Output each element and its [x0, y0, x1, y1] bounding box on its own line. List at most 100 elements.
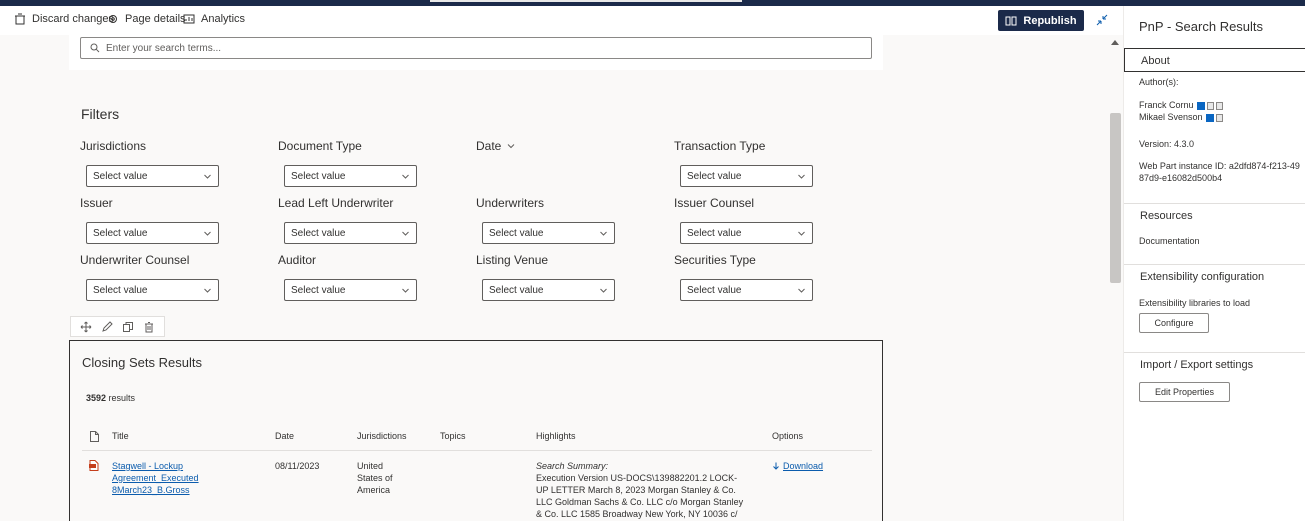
section-resources[interactable]: Resources	[1124, 203, 1305, 227]
pdf-icon	[89, 460, 99, 474]
column-header-options[interactable]: Options	[772, 431, 803, 441]
select-value: Select value	[687, 170, 742, 182]
filter-select-issuer[interactable]: Select value	[86, 222, 219, 244]
collapse-pane-button[interactable]	[1092, 10, 1112, 30]
author-row-2: Mikael Svenson	[1139, 111, 1223, 123]
version-text: Version: 4.3.0	[1139, 139, 1195, 149]
chevron-down-icon	[600, 288, 607, 293]
filters-title: Filters	[81, 106, 120, 122]
page-details-button[interactable]: Page details	[107, 13, 186, 25]
extensibility-libraries-label: Extensibility libraries to load	[1139, 298, 1251, 308]
analytics-button[interactable]: Analytics	[183, 13, 245, 25]
download-icon	[773, 462, 779, 470]
result-highlights: Search Summary: Execution Version US-DOC…	[536, 460, 746, 520]
filter-label-issuer-counsel: Issuer Counsel	[674, 196, 755, 210]
column-header-topics[interactable]: Topics	[440, 431, 466, 441]
analytics-label: Analytics	[201, 13, 246, 25]
results-title: Closing Sets Results	[82, 355, 202, 370]
chevron-down-icon	[204, 174, 211, 179]
column-header-title[interactable]: Title	[112, 431, 129, 441]
page-canvas: Enter your search terms... Filters Juris…	[0, 35, 1108, 521]
filter-label-jurisdictions: Jurisdictions	[80, 139, 147, 153]
image-icon	[1215, 101, 1223, 110]
result-date: 08/11/2023	[275, 461, 320, 471]
chevron-down-icon	[600, 231, 607, 236]
select-value: Select value	[93, 227, 148, 239]
discard-label: Discard changes	[32, 13, 114, 25]
filter-label-lead-left-underwriter: Lead Left Underwriter	[278, 196, 394, 210]
download-label: Download	[783, 461, 824, 471]
select-value: Select value	[489, 227, 544, 239]
chevron-down-icon	[798, 174, 805, 179]
top-strip-highlight	[430, 0, 742, 2]
section-about[interactable]: About	[1124, 48, 1305, 72]
image-icon	[1206, 101, 1214, 110]
collapse-icon	[1096, 14, 1108, 26]
results-count-number: 3592	[86, 393, 107, 403]
pane-title: PnP - Search Results	[1139, 19, 1264, 34]
documentation-link[interactable]: Documentation	[1139, 235, 1200, 247]
linkedin-icon[interactable]	[1205, 113, 1214, 122]
section-extensibility[interactable]: Extensibility configuration	[1124, 264, 1305, 288]
republish-button[interactable]: Republish	[998, 10, 1084, 31]
filter-select-auditor[interactable]: Select value	[284, 279, 417, 301]
column-header-highlights[interactable]: Highlights	[536, 431, 576, 441]
section-import-export[interactable]: Import / Export settings	[1124, 352, 1305, 376]
book-icon	[1005, 16, 1017, 25]
highlight-text: Execution Version US-DOCS\139882201.2 LO…	[536, 473, 744, 519]
select-value: Select value	[687, 284, 742, 296]
command-bar: Discard changes Page details Analytics R…	[0, 6, 1123, 35]
move-icon[interactable]	[79, 320, 93, 334]
linkedin-icon[interactable]	[1196, 101, 1205, 110]
result-jurisdictions: United States of America	[357, 461, 393, 495]
configure-button[interactable]: Configure	[1139, 313, 1209, 333]
file-type-header-icon	[90, 431, 99, 444]
filter-select-issuer-counsel[interactable]: Select value	[680, 222, 813, 244]
scroll-up-arrow[interactable]	[1111, 40, 1119, 45]
property-pane: PnP - Search Results About Author(s): Fr…	[1123, 6, 1305, 521]
delete-icon[interactable]	[142, 320, 156, 334]
chevron-down-icon	[402, 174, 409, 179]
column-header-date[interactable]: Date	[275, 431, 294, 441]
filter-select-transaction-type[interactable]: Select value	[680, 165, 813, 187]
chevron-down-icon	[798, 288, 805, 293]
vertical-scrollbar[interactable]	[1108, 35, 1123, 521]
filter-label-transaction-type: Transaction Type	[674, 139, 766, 153]
instance-id-line-1: Web Part instance ID: a2dfd874-f213-49	[1139, 161, 1300, 171]
scroll-thumb[interactable]	[1110, 113, 1121, 283]
duplicate-icon[interactable]	[121, 320, 135, 334]
filter-label-listing-venue: Listing Venue	[476, 253, 549, 267]
select-value: Select value	[687, 227, 742, 239]
filter-label-securities-type: Securities Type	[674, 253, 756, 267]
discard-changes-button[interactable]: Discard changes	[14, 13, 114, 25]
filter-label-issuer: Issuer	[80, 196, 113, 210]
chevron-down-icon	[402, 288, 409, 293]
filter-date-toggle[interactable]: Date	[476, 139, 515, 153]
search-icon	[90, 43, 100, 53]
highlight-label: Search Summary:	[536, 461, 609, 471]
analytics-icon	[183, 14, 195, 24]
column-header-jurisdictions[interactable]: Jurisdictions	[357, 431, 407, 441]
filter-select-jurisdictions[interactable]: Select value	[86, 165, 219, 187]
instance-id-line-2: 87d9-e16082d500b4	[1139, 173, 1223, 183]
filter-select-securities-type[interactable]: Select value	[680, 279, 813, 301]
search-input[interactable]: Enter your search terms...	[80, 37, 872, 59]
author-name: Franck Cornu	[1139, 100, 1194, 110]
result-title-link[interactable]: Stagwell - Lockup Agreement_Executed 8Ma…	[112, 460, 207, 496]
filter-label-document-type: Document Type	[278, 139, 362, 153]
filter-label-auditor: Auditor	[278, 253, 317, 267]
gear-icon	[109, 15, 117, 23]
filter-label-date: Date	[476, 139, 502, 153]
download-button[interactable]: Download	[772, 460, 823, 472]
filter-select-listing-venue[interactable]: Select value	[482, 279, 615, 301]
edit-properties-button[interactable]: Edit Properties	[1139, 382, 1230, 402]
filter-select-underwriters[interactable]: Select value	[482, 222, 615, 244]
webpart-toolbar	[70, 316, 165, 337]
filter-select-document-type[interactable]: Select value	[284, 165, 417, 187]
image-icon	[1215, 113, 1223, 122]
filter-select-underwriter-counsel[interactable]: Select value	[86, 279, 219, 301]
author-row-1: Franck Cornu	[1139, 99, 1223, 111]
edit-icon[interactable]	[100, 320, 114, 334]
filter-select-lead-left-underwriter[interactable]: Select value	[284, 222, 417, 244]
authors-label: Author(s):	[1139, 77, 1179, 87]
